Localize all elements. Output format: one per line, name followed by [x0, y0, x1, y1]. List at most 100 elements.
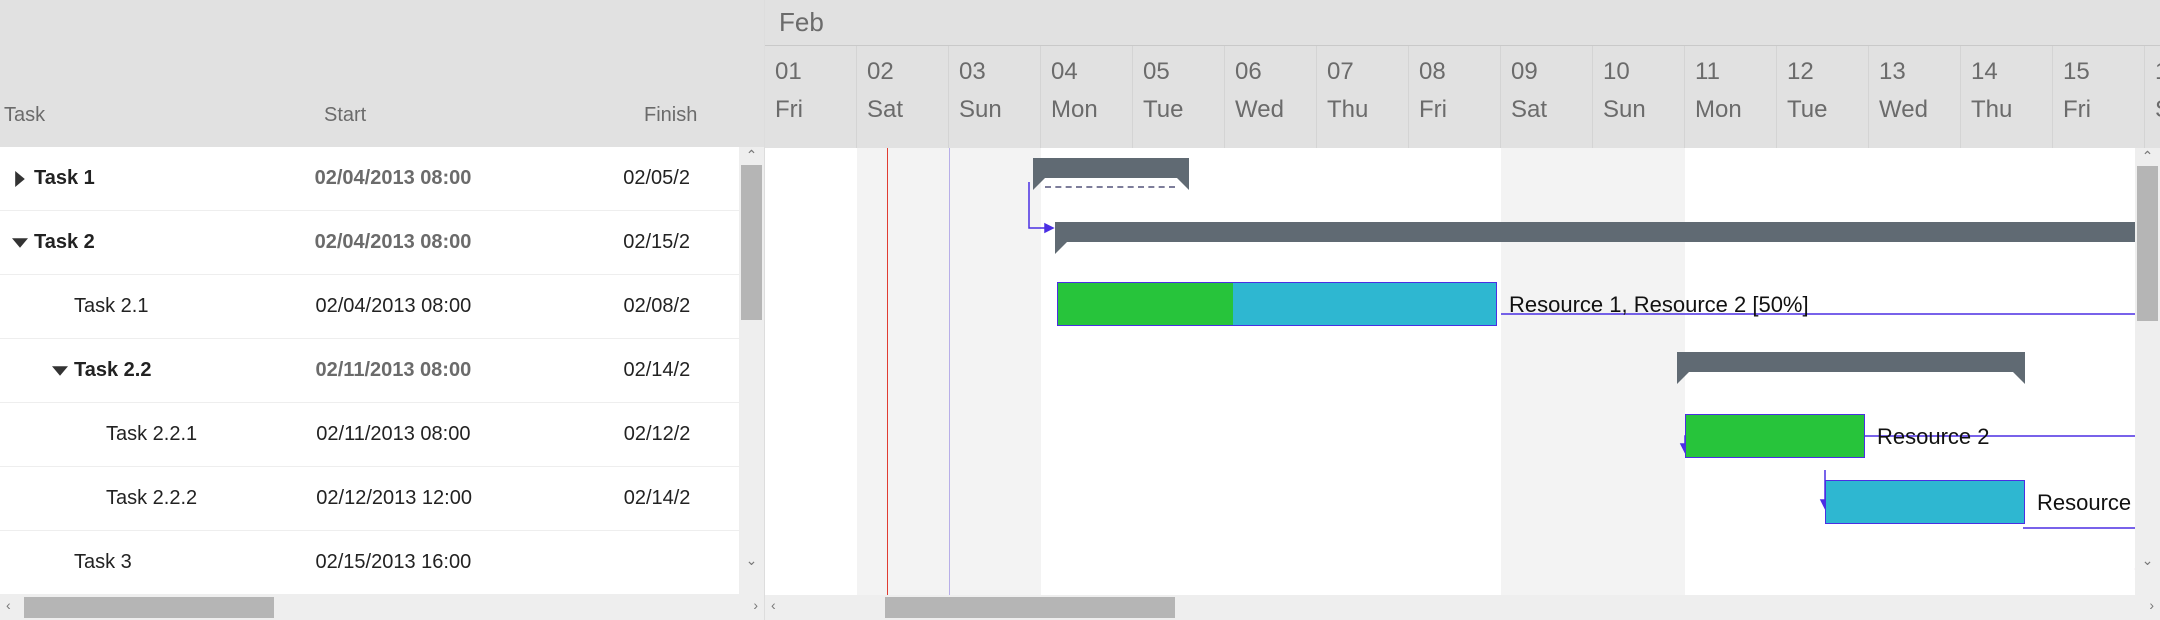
vertical-scrollbar[interactable]: ⌃ ⌄: [739, 147, 764, 595]
day-of-week: Tue: [1787, 96, 1868, 124]
horizontal-scrollbar[interactable]: ‹ ›: [0, 595, 764, 620]
day-header: 09Sat: [1501, 46, 1593, 148]
table-row[interactable]: Task 2.1 02/04/2013 08:0002/08/2: [0, 275, 739, 339]
task-finish: 02/08/2: [624, 295, 740, 318]
task-label-task221: Resource 2: [1877, 424, 1990, 450]
task-bar-task221[interactable]: [1685, 414, 1865, 458]
task-start: 02/12/2013 12:00: [316, 487, 623, 510]
day-of-week: Wed: [1235, 96, 1316, 124]
scroll-down-icon[interactable]: ⌄: [2135, 552, 2160, 569]
day-of-week: Thu: [1971, 96, 2052, 124]
scroll-right-icon[interactable]: ›: [2149, 597, 2154, 613]
day-header: 02 Sat: [857, 46, 949, 148]
task-bar-task222[interactable]: [1825, 480, 2025, 524]
col-header-task[interactable]: Task: [4, 104, 324, 127]
day-header: 06Wed: [1225, 46, 1317, 148]
day-number: 03: [959, 58, 1040, 86]
day-number: 1: [2155, 58, 2160, 86]
day-of-week: Sat: [1511, 96, 1592, 124]
day-of-week: Sun: [1603, 96, 1684, 124]
expand-icon[interactable]: [6, 171, 34, 187]
timeline-body[interactable]: Resource 1, Resource 2 [50%] Resource 2 …: [765, 148, 2160, 595]
task-finish: 02/12/2: [624, 423, 739, 446]
day-of-week: Fri: [2063, 96, 2144, 124]
table-row[interactable]: Task 3 02/15/2013 16:00: [0, 531, 739, 595]
summary-bar-task2[interactable]: [1055, 222, 2155, 242]
task-bar-task21[interactable]: [1057, 282, 1497, 326]
scroll-thumb[interactable]: [2137, 166, 2158, 321]
collapse-icon[interactable]: [6, 235, 34, 251]
task-name: Task 2.2.2: [106, 487, 197, 510]
collapse-icon[interactable]: [46, 363, 74, 379]
day-number: 13: [1879, 58, 1960, 86]
scroll-right-icon[interactable]: ›: [753, 597, 758, 613]
day-header: 05 Tue: [1133, 46, 1225, 148]
table-row[interactable]: Task 2.2.2 02/12/2013 12:0002/14/2: [0, 467, 739, 531]
col-header-finish[interactable]: Finish: [644, 104, 764, 127]
task-grid-header: Task Start Finish: [0, 0, 764, 147]
horizontal-scrollbar[interactable]: ‹ ›: [765, 595, 2160, 620]
day-number: 02: [867, 58, 948, 86]
task-finish: 02/14/2: [624, 487, 739, 510]
table-row[interactable]: Task 2.2 02/11/2013 08:0002/14/2: [0, 339, 739, 403]
day-header: 14 Thu: [1961, 46, 2053, 148]
task-grid-pane: Task Start Finish Task 102/04/2013 08:00…: [0, 0, 765, 620]
gantt-chart: Resource 1, Resource 2 [50%] Resource 2 …: [765, 148, 2160, 595]
day-of-week: Wed: [1879, 96, 1960, 124]
scroll-left-icon[interactable]: ‹: [771, 597, 776, 613]
scroll-down-icon[interactable]: ⌄: [739, 552, 764, 569]
scroll-thumb[interactable]: [885, 597, 1175, 618]
vertical-scrollbar[interactable]: ⌃ ⌄: [2135, 148, 2160, 595]
day-of-week: Fri: [775, 96, 856, 124]
day-number: 10: [1603, 58, 1684, 86]
day-header: 15 Fri: [2053, 46, 2145, 148]
day-header: 11Mon: [1685, 46, 1777, 148]
task-start: 02/15/2013 16:00: [316, 551, 624, 574]
scroll-left-icon[interactable]: ‹: [6, 597, 11, 613]
task-name: Task 2.2.1: [106, 423, 197, 446]
day-of-week: Thu: [1327, 96, 1408, 124]
day-number: 04: [1051, 58, 1132, 86]
scroll-up-icon[interactable]: ⌃: [739, 147, 764, 164]
day-of-week: Fri: [1419, 96, 1500, 124]
summary-bar-task22[interactable]: [1677, 352, 2025, 372]
day-header: 1S: [2145, 46, 2160, 148]
table-row[interactable]: Task 2.2.1 02/11/2013 08:0002/12/2: [0, 403, 739, 467]
table-row[interactable]: Task 202/04/2013 08:0002/15/2: [0, 211, 739, 275]
day-of-week: S: [2155, 96, 2160, 124]
task-name: Task 3: [74, 551, 132, 574]
summary-bar-task1[interactable]: [1033, 158, 1189, 178]
task-finish: 02/15/2: [623, 231, 739, 254]
task-start: 02/11/2013 08:00: [316, 423, 623, 446]
task-start: 02/04/2013 08:00: [316, 295, 624, 318]
day-of-week: Sat: [867, 96, 948, 124]
col-header-start[interactable]: Start: [324, 104, 644, 127]
day-header: 01Fri: [765, 46, 857, 148]
task-label-task222: Resource: [2037, 490, 2131, 516]
timeline-header: Feb 01Fri02Sat03Sun04Mon05Tue06Wed07Thu0…: [765, 0, 2160, 148]
gantt-app: Task Start Finish Task 102/04/2013 08:00…: [0, 0, 2160, 620]
progress-baseline: [1045, 186, 1175, 188]
day-number: 15: [2063, 58, 2144, 86]
day-number: 05: [1143, 58, 1224, 86]
task-finish: 02/05/2: [623, 167, 739, 190]
day-of-week: Sun: [959, 96, 1040, 124]
table-row[interactable]: Task 102/04/2013 08:0002/05/2: [0, 147, 739, 211]
day-number: 08: [1419, 58, 1500, 86]
scroll-thumb[interactable]: [24, 597, 274, 618]
task-name: Task 2.1: [74, 295, 148, 318]
day-header: 08 Fri: [1409, 46, 1501, 148]
timeline-pane: Feb 01Fri02Sat03Sun04Mon05Tue06Wed07Thu0…: [765, 0, 2160, 620]
task-finish: 02/14/2: [624, 359, 740, 382]
day-number: 07: [1327, 58, 1408, 86]
task-start: 02/11/2013 08:00: [316, 359, 624, 382]
scroll-thumb[interactable]: [741, 165, 762, 320]
day-of-week: Tue: [1143, 96, 1224, 124]
day-header: 12Tue: [1777, 46, 1869, 148]
task-name: Task 2.2: [74, 359, 151, 382]
timeline-month: Feb: [765, 0, 2160, 46]
task-grid-body[interactable]: Task 102/04/2013 08:0002/05/2Task 202/04…: [0, 147, 764, 595]
scroll-up-icon[interactable]: ⌃: [2135, 148, 2160, 165]
day-number: 14: [1971, 58, 2052, 86]
day-header: 07 Thu: [1317, 46, 1409, 148]
